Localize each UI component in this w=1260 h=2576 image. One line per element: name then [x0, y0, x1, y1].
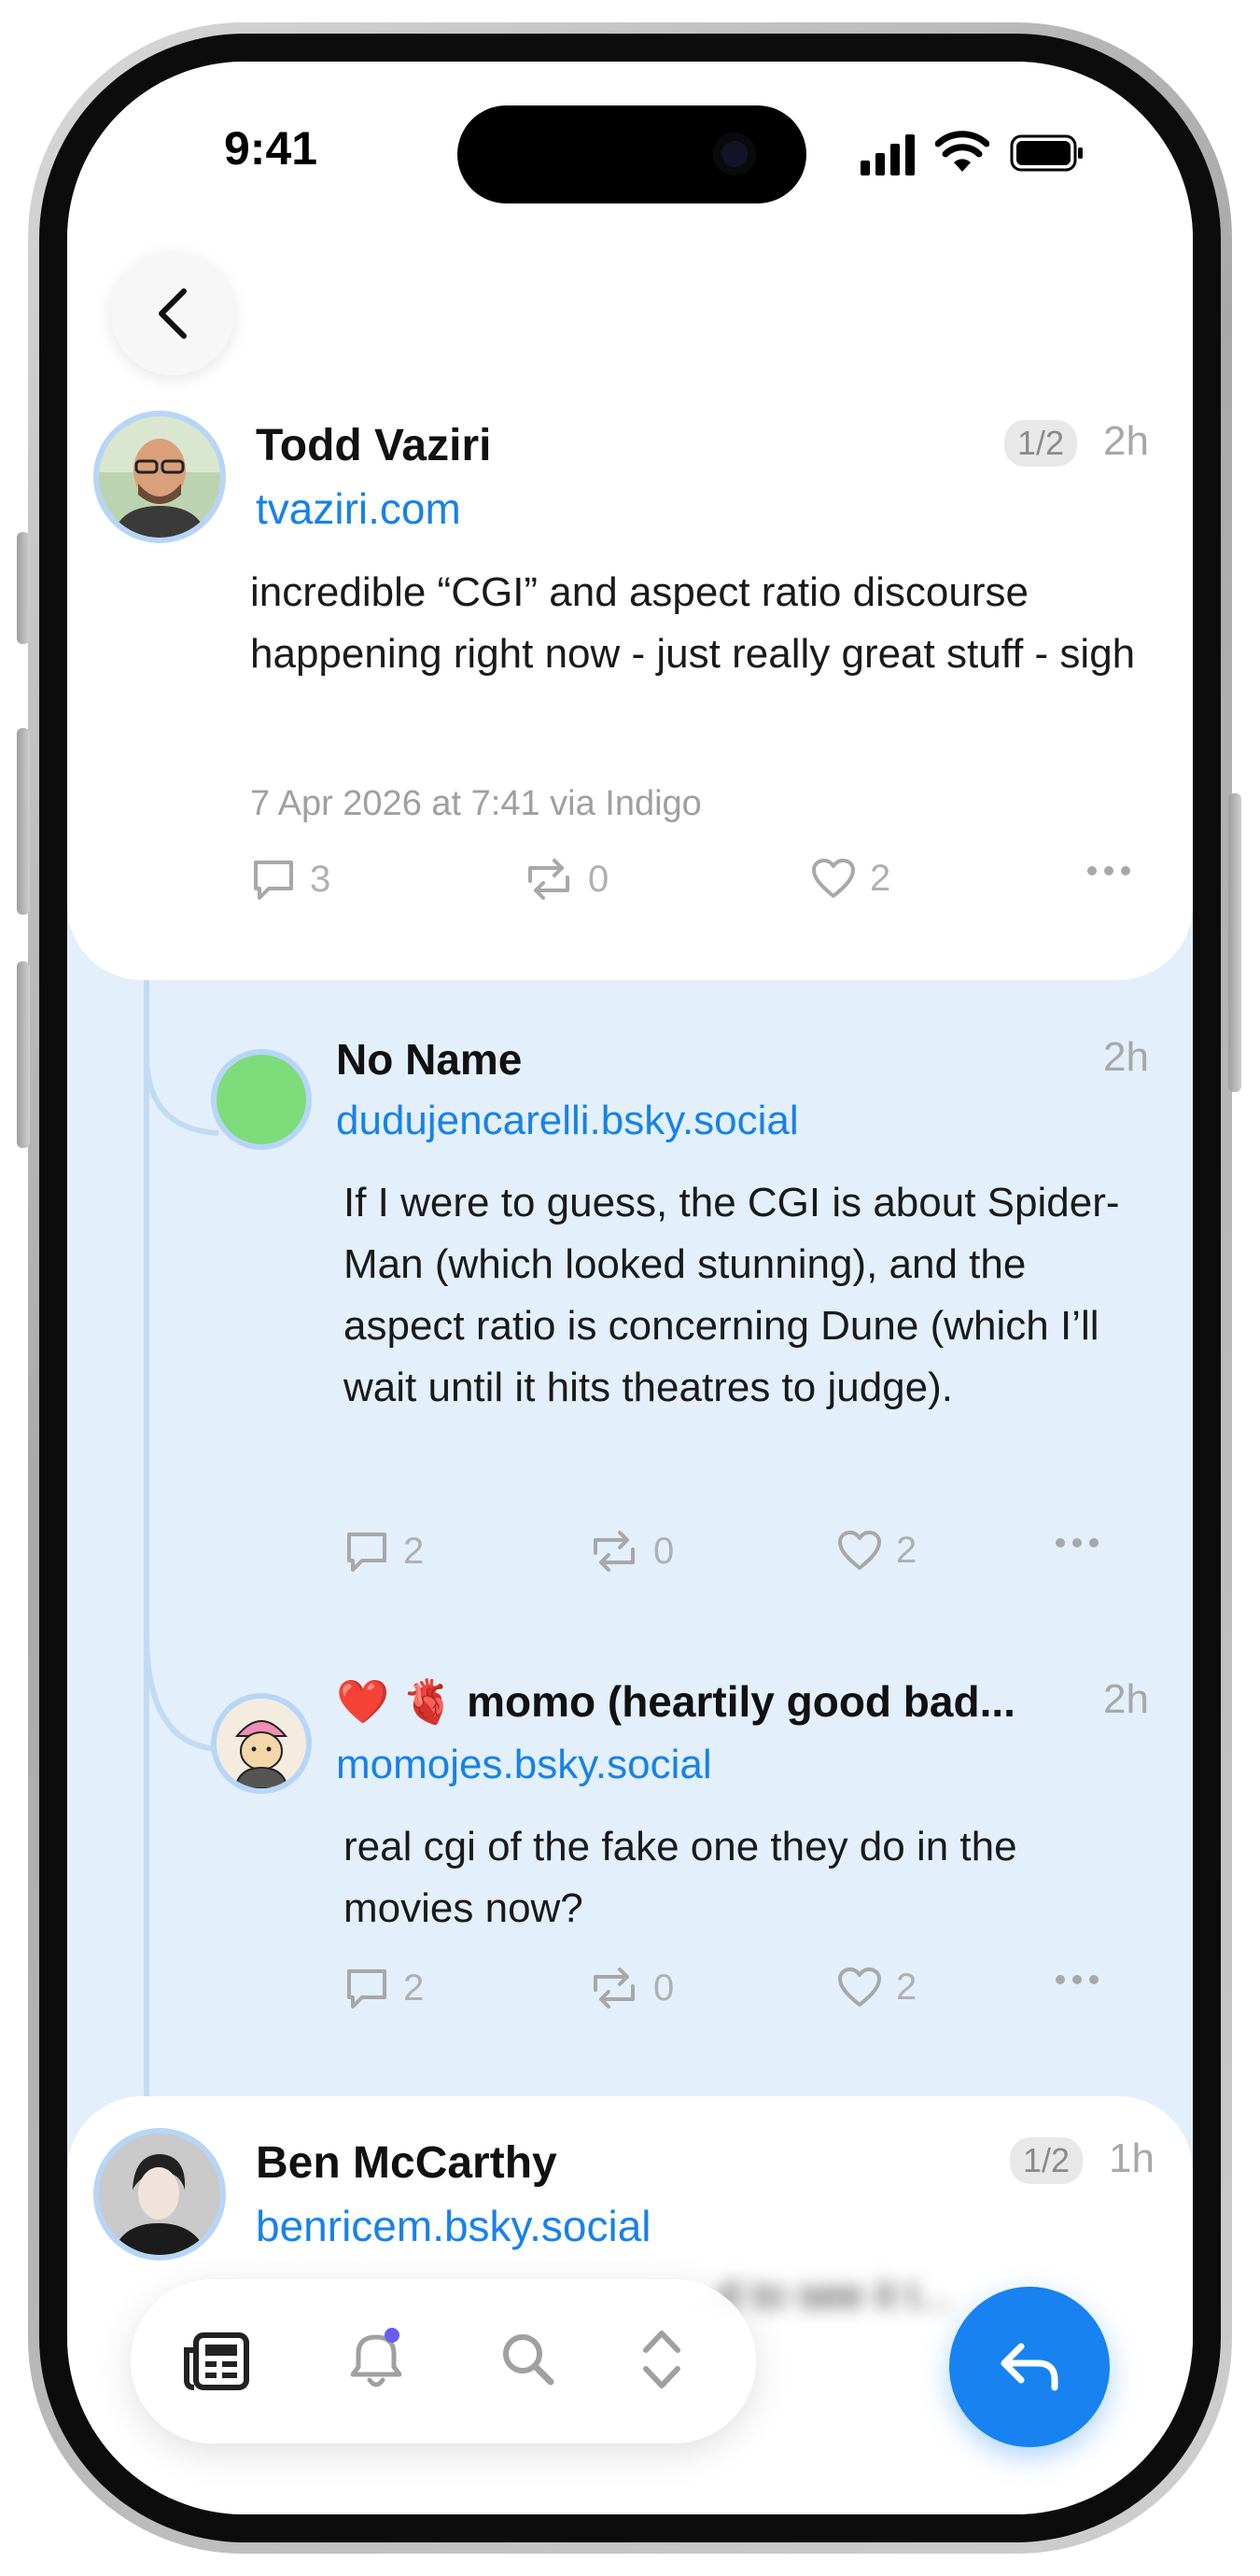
repost-count: 0 — [653, 1967, 675, 2009]
reply-count: 2 — [403, 1530, 425, 1572]
reply-bubble-icon — [347, 1969, 386, 2009]
notifications-bell-icon — [350, 2328, 402, 2387]
reply-author-name[interactable]: No Name — [336, 1034, 522, 1085]
repost-count: 0 — [588, 858, 609, 900]
reply-text: real cgi of the fake one they do in the … — [343, 1824, 1017, 1931]
status-time: 9:41 — [224, 122, 318, 175]
like-count: 2 — [896, 1529, 917, 1571]
like-count-button[interactable]: 2 — [836, 1529, 917, 1572]
avatar-no-name[interactable] — [211, 1049, 312, 1150]
heart-icon — [812, 859, 855, 898]
reply-bubble-icon — [254, 861, 293, 900]
reply-count-button[interactable]: 3 — [250, 857, 330, 902]
tab-search[interactable] — [498, 2330, 558, 2389]
reply-count-button[interactable]: 2 — [343, 1529, 424, 1574]
repost-count-button[interactable]: 0 — [588, 1529, 674, 1574]
post-timestamp: 7 Apr 2026 at 7:41 via Indigo — [250, 784, 702, 823]
wifi-icon — [935, 131, 989, 172]
volume-down-button — [17, 961, 30, 1148]
avatar-todd-vaziri[interactable] — [93, 411, 226, 543]
post-age: 2h — [1103, 418, 1149, 464]
volume-up-button — [17, 728, 30, 915]
post-author-name[interactable]: Ben McCarthy — [256, 2137, 557, 2189]
chevron-left-icon — [159, 288, 187, 339]
post-author-handle[interactable]: tvaziri.com — [256, 483, 461, 534]
thread-index-badge: 1/2 — [1004, 420, 1078, 467]
reply-author-handle[interactable]: dudujencarelli.bsky.social — [336, 1098, 799, 1144]
like-count: 2 — [870, 857, 891, 899]
avatar-momo[interactable] — [211, 1693, 312, 1794]
post-author-handle[interactable]: benricem.bsky.social — [256, 2201, 651, 2251]
reply-age: 2h — [1103, 1676, 1149, 1722]
cartoon-avatar-icon — [217, 1699, 306, 1788]
person-photo-icon — [99, 2134, 220, 2255]
reply-text: If I were to guess, the CGI is about Spi… — [343, 1180, 1120, 1410]
more-options-icon[interactable] — [1055, 1536, 1099, 1549]
repost-count-button[interactable]: 0 — [588, 1966, 674, 2010]
reply-arrow-icon — [1001, 2343, 1058, 2391]
more-options-icon[interactable] — [1086, 864, 1131, 877]
thread-navigate-icon — [643, 2331, 680, 2388]
reply-button[interactable] — [949, 2287, 1110, 2447]
reply-author-handle[interactable]: momojes.bsky.social — [336, 1742, 712, 1788]
tab-thread-navigate[interactable] — [638, 2324, 685, 2395]
reply-count: 2 — [403, 1967, 425, 2009]
reply-count-button[interactable]: 2 — [343, 1966, 424, 2010]
like-count-button[interactable]: 2 — [836, 1966, 917, 2009]
repost-count: 0 — [653, 1530, 675, 1572]
like-count: 2 — [896, 1966, 917, 2008]
tab-notifications[interactable] — [343, 2326, 409, 2393]
repost-count-button[interactable]: 0 — [523, 857, 609, 902]
tab-feed[interactable] — [183, 2331, 250, 2391]
repost-icon — [594, 1967, 635, 2009]
feed-icon — [184, 2332, 249, 2390]
more-options-icon[interactable] — [1055, 1973, 1099, 1986]
post-text: incredible “CGI” and aspect ratio discou… — [250, 569, 1136, 677]
post-author-name[interactable]: Todd Vaziri — [256, 420, 491, 471]
back-button[interactable] — [111, 252, 234, 375]
heart-icon — [838, 1531, 881, 1570]
post-age: 1h — [1109, 2135, 1155, 2181]
repost-icon — [594, 1531, 635, 1572]
reply-bubble-icon — [347, 1533, 386, 1572]
screen: 9:41 Todd Vaziri tvaziri.com 1/2 2h incr… — [67, 62, 1193, 2514]
avatar-ben-mccarthy[interactable] — [93, 2128, 226, 2261]
person-photo-icon — [99, 416, 220, 538]
heart-icon — [838, 1967, 881, 2007]
repost-icon — [528, 859, 569, 900]
thread-index-badge: 1/2 — [1010, 2137, 1084, 2184]
power-button — [1228, 793, 1241, 1092]
battery-icon — [1010, 134, 1083, 172]
front-camera — [713, 133, 756, 175]
reply-age: 2h — [1103, 1034, 1149, 1080]
search-icon — [503, 2334, 554, 2386]
reply-author-name[interactable]: ❤️ 🫀 momo (heartily good bad... — [336, 1676, 1015, 1728]
like-count-button[interactable]: 2 — [810, 857, 890, 900]
reply-count: 3 — [310, 858, 331, 900]
action-button — [17, 532, 30, 644]
cellular-signal-icon — [861, 134, 915, 175]
